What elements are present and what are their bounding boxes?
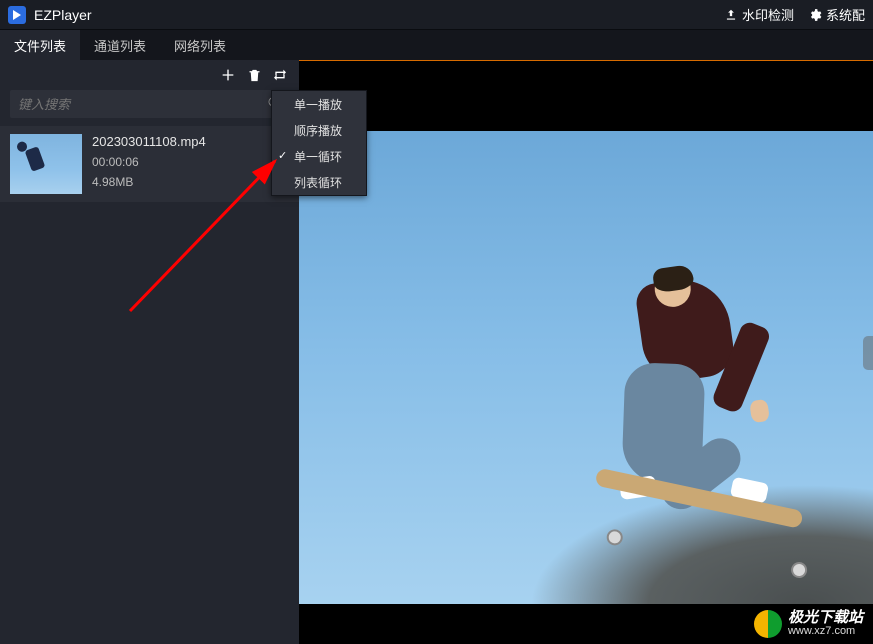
add-button[interactable] [219,66,237,84]
tab-network-list[interactable]: 网络列表 [160,30,240,60]
video-content-figure [583,261,775,521]
search-row [0,90,299,126]
file-name: 202303011108.mp4 [92,134,206,149]
loop-mode-button[interactable] [271,66,289,84]
settings-label: 系统配 [826,5,865,24]
menu-list-loop[interactable]: 列表循环 [272,169,366,195]
trash-icon [247,68,262,83]
gear-icon [808,8,822,22]
playback-mode-menu: 单一播放 顺序播放 ✓ 单一循环 列表循环 [271,90,367,196]
watermark-site-url: www.xz7.com [788,626,863,638]
menu-single-play[interactable]: 单一播放 [272,91,366,117]
watermark-detect-button[interactable]: 水印检测 [724,5,794,24]
watermark-logo-icon [754,610,782,638]
file-thumbnail [10,134,82,194]
check-icon: ✓ [278,149,287,162]
menu-single-loop[interactable]: ✓ 单一循环 [272,143,366,169]
file-duration: 00:00:06 [92,155,206,169]
settings-button[interactable]: 系统配 [808,5,865,24]
side-handle[interactable] [863,336,873,370]
video-player[interactable] [299,60,873,644]
search-box[interactable] [10,90,289,118]
delete-button[interactable] [245,66,263,84]
upload-icon [724,8,738,22]
file-meta: 202303011108.mp4 00:00:06 4.98MB [92,134,206,194]
menu-list-loop-label: 列表循环 [294,174,342,191]
video-frame [299,131,873,604]
menu-single-play-label: 单一播放 [294,96,342,113]
site-watermark: 极光下载站 www.xz7.com [754,610,863,638]
menu-sequential-label: 顺序播放 [294,122,342,139]
sidebar-toolbar [0,60,299,90]
tab-channel-list[interactable]: 通道列表 [80,30,160,60]
app-logo-icon [8,6,26,24]
tab-file-list[interactable]: 文件列表 [0,30,80,60]
watermark-detect-label: 水印检测 [742,5,794,24]
file-list-item[interactable]: 202303011108.mp4 00:00:06 4.98MB [0,126,299,202]
search-input[interactable] [18,97,267,112]
title-bar: EZPlayer 水印检测 系统配 [0,0,873,30]
menu-single-loop-label: 单一循环 [294,148,342,165]
sidebar-tabs: 文件列表 通道列表 网络列表 [0,30,873,60]
sidebar: 202303011108.mp4 00:00:06 4.98MB [0,60,299,644]
app-logo-wrap: EZPlayer [8,6,92,24]
menu-sequential-play[interactable]: 顺序播放 [272,117,366,143]
watermark-site-name: 极光下载站 [788,610,863,626]
file-size: 4.98MB [92,175,206,189]
app-title: EZPlayer [34,7,92,23]
loop-icon [272,67,288,83]
plus-icon [220,67,236,83]
